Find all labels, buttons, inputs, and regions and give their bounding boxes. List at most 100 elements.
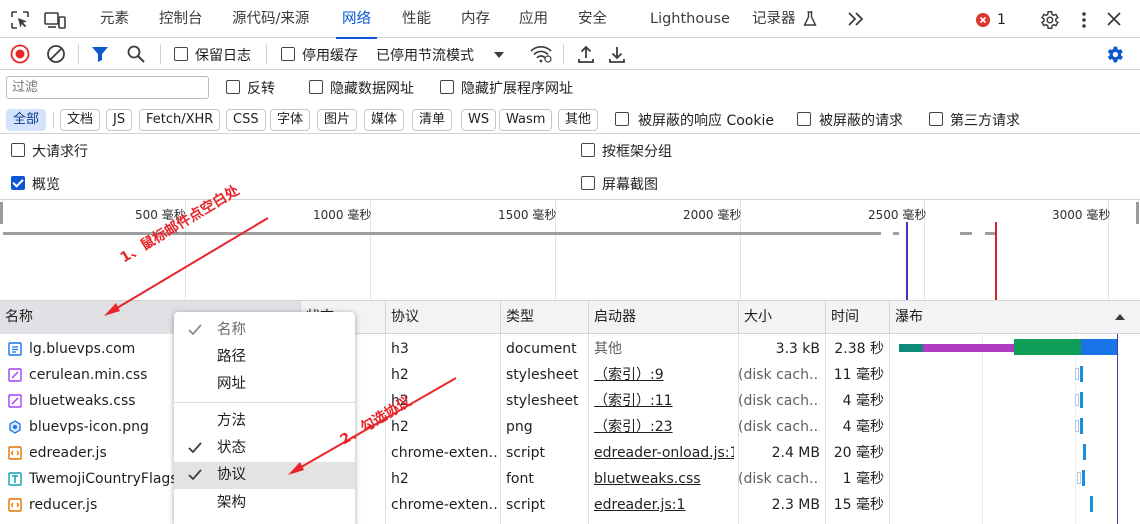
column-header-protocol[interactable]: 协议: [385, 301, 500, 334]
column-header-type[interactable]: 类型: [500, 301, 588, 334]
tab-recorder[interactable]: 记录器: [752, 0, 796, 38]
device-toolbar-icon[interactable]: [44, 10, 66, 30]
table-row[interactable]: cerulean.min.css h2 stylesheet （索引）:9 (d…: [0, 362, 1140, 388]
row-initiator-link[interactable]: （索引）:11: [594, 388, 673, 414]
menu-item-scheme[interactable]: 架构: [174, 490, 355, 517]
third-party-label: 第三方请求: [950, 113, 1020, 129]
import-har-icon[interactable]: [577, 44, 595, 64]
row-protocol: h2: [391, 367, 409, 383]
group-by-frame-checkbox[interactable]: [581, 143, 595, 157]
export-har-icon[interactable]: [608, 44, 626, 64]
row-initiator-link[interactable]: edreader-onload.js:1: [594, 440, 734, 466]
throttling-select[interactable]: 已停用节流模式: [376, 45, 504, 65]
row-initiator-link[interactable]: （索引）:9: [594, 362, 664, 388]
checkmark-icon: [188, 442, 202, 454]
type-filter-all[interactable]: 全部: [6, 109, 47, 131]
table-row[interactable]: reducer.js chrome-exten… script edreader…: [0, 492, 1140, 518]
menu-item-name[interactable]: 名称: [174, 317, 355, 344]
type-filter-font[interactable]: 字体: [270, 109, 311, 131]
row-initiator-link[interactable]: （索引）:23: [594, 414, 673, 440]
type-filter-ws[interactable]: WS: [461, 109, 497, 131]
hide-data-urls-checkbox[interactable]: [309, 80, 323, 94]
error-badge[interactable]: 1: [975, 10, 1006, 30]
type-filter-fetch-xhr[interactable]: Fetch/XHR: [139, 109, 221, 131]
table-row[interactable]: bluetweaks.css h2 stylesheet （索引）:11 (di…: [0, 388, 1140, 414]
hide-extension-urls-checkbox[interactable]: [440, 80, 454, 94]
waterfall-bar-queued: [1077, 472, 1081, 484]
more-options-icon[interactable]: [1076, 10, 1092, 30]
type-filter-img[interactable]: 图片: [317, 109, 358, 131]
menu-item-status[interactable]: 状态: [174, 435, 355, 462]
tab-application[interactable]: 应用: [519, 0, 548, 38]
type-filter-doc[interactable]: 文档: [60, 109, 101, 131]
search-icon[interactable]: [126, 44, 146, 64]
script-icon: [8, 446, 22, 460]
type-filter-css[interactable]: CSS: [226, 109, 266, 131]
request-table-header: 名称 状态 协议 类型 启动器 大小 时间 瀑布: [0, 300, 1140, 334]
type-filter-media[interactable]: 媒体: [364, 109, 405, 131]
network-conditions-wifi-icon[interactable]: [530, 45, 552, 63]
third-party-checkbox[interactable]: [929, 112, 943, 126]
overview-checkbox[interactable]: [11, 176, 25, 190]
blocked-cookies-checkbox[interactable]: [615, 112, 629, 126]
tab-sources[interactable]: 源代码/来源: [232, 0, 309, 38]
big-rows-checkbox[interactable]: [11, 143, 25, 157]
close-icon[interactable]: [1106, 11, 1122, 27]
tab-elements[interactable]: 元素: [100, 0, 129, 38]
tab-security[interactable]: 安全: [578, 0, 607, 38]
inspect-element-icon[interactable]: [10, 10, 30, 30]
menu-item-path[interactable]: 路径: [174, 344, 355, 371]
row-protocol: h2: [391, 471, 409, 487]
menu-item-protocol[interactable]: 协议: [174, 462, 355, 489]
overview-timeline[interactable]: 500 毫秒 1000 毫秒 1500 毫秒 2000 毫秒 2500 毫秒 3…: [0, 199, 1140, 301]
type-filter-js[interactable]: JS: [106, 109, 133, 131]
overview-left-handle[interactable]: [0, 202, 3, 224]
preserve-log-checkbox[interactable]: [174, 47, 188, 61]
settings-gear-icon[interactable]: [1038, 9, 1060, 31]
type-filter-wasm[interactable]: Wasm: [499, 109, 553, 131]
waterfall-bar-download: [1080, 392, 1083, 408]
tab-network[interactable]: 网络: [336, 0, 377, 39]
invert-checkbox[interactable]: [226, 80, 240, 94]
blocked-requests-checkbox[interactable]: [797, 112, 811, 126]
row-initiator-link[interactable]: edreader.js:1: [594, 492, 734, 518]
row-name: lg.bluevps.com: [29, 341, 136, 357]
network-settings-gear-icon[interactable]: [1104, 44, 1125, 65]
more-tabs-icon[interactable]: [846, 10, 866, 28]
overview-request-bar: [960, 232, 972, 235]
row-type: png: [506, 419, 533, 435]
screenshots-checkbox[interactable]: [581, 176, 595, 190]
waterfall-bar-ssl: [923, 344, 1014, 352]
column-header-initiator[interactable]: 启动器: [588, 301, 738, 334]
menu-item-url[interactable]: 网址: [174, 371, 355, 398]
table-row[interactable]: lg.bluevps.com h3 document 其他 3.3 kB 2.3…: [0, 336, 1140, 362]
menu-item-method[interactable]: 方法: [174, 408, 355, 435]
column-header-size[interactable]: 大小: [738, 301, 825, 334]
type-filter-manifest[interactable]: 清单: [412, 109, 453, 131]
row-protocol: chrome-exten…: [391, 497, 497, 513]
table-row[interactable]: TwemojiCountryFlags. h2 font bluetweaks.…: [0, 466, 1140, 492]
sort-ascending-icon[interactable]: [1115, 313, 1125, 321]
error-count: 1: [997, 12, 1006, 28]
column-header-waterfall[interactable]: 瀑布: [889, 301, 1140, 334]
overview-right-handle[interactable]: [1136, 202, 1139, 224]
type-filter-other[interactable]: 其他: [558, 109, 599, 131]
filter-input[interactable]: [6, 76, 209, 99]
tab-console[interactable]: 控制台: [159, 0, 203, 38]
table-row[interactable]: bluevps-icon.png h2 png （索引）:23 (disk ca…: [0, 414, 1140, 440]
column-header-time[interactable]: 时间: [825, 301, 889, 334]
table-row[interactable]: edreader.js chrome-exten… script edreade…: [0, 440, 1140, 466]
filter-icon[interactable]: [91, 45, 109, 63]
clear-icon[interactable]: [46, 44, 66, 64]
tab-memory[interactable]: 内存: [461, 0, 490, 38]
row-size: (disk cach…: [738, 471, 820, 487]
timeline-label: 3000 毫秒: [1052, 208, 1111, 222]
big-rows-label: 大请求行: [32, 144, 88, 160]
disable-cache-checkbox[interactable]: [281, 47, 295, 61]
row-initiator-link[interactable]: bluetweaks.css: [594, 466, 734, 492]
row-initiator: 其他: [594, 341, 622, 357]
column-context-menu: 名称 路径 网址 方法 状态 协议 架构: [174, 312, 355, 524]
tab-performance[interactable]: 性能: [402, 0, 431, 38]
tab-lighthouse[interactable]: Lighthouse: [650, 0, 730, 38]
record-stop-icon[interactable]: [10, 44, 30, 64]
